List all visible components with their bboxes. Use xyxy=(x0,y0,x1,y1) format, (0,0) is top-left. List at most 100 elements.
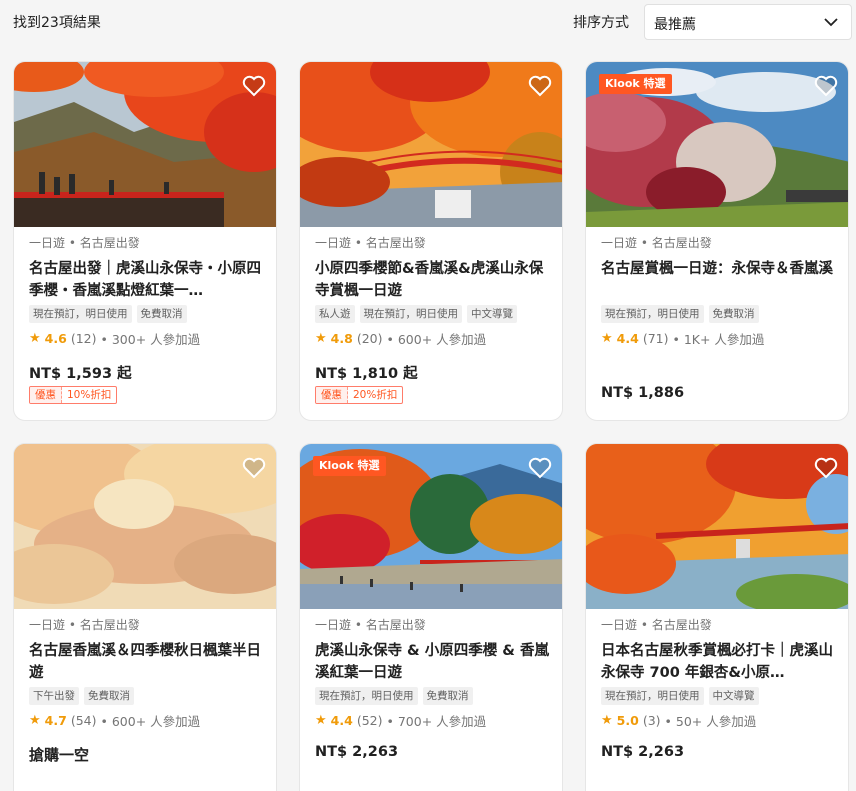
activity-image xyxy=(586,444,848,609)
price: NT$ 2,263 xyxy=(601,744,685,760)
tag: 免費取消 xyxy=(422,687,473,705)
promo-label: 優惠 xyxy=(316,387,348,403)
price: NT$ 2,263 xyxy=(315,744,399,760)
tag: 中文導覽 xyxy=(467,305,517,323)
rating-score: 4.4 xyxy=(616,330,639,346)
price: NT$ 1,886 xyxy=(601,385,685,401)
price: NT$ 1,593 起 xyxy=(29,366,132,382)
rating-row: ★ 4.8 (20) • 600+ 人參加過 xyxy=(315,328,553,348)
tag: 現在預訂，明日使用 xyxy=(29,305,132,323)
rating-row: ★ 4.7 (54) • 600+ 人參加過 xyxy=(29,710,267,730)
star-icon: ★ xyxy=(29,712,41,728)
sort-label: 排序方式 xyxy=(573,15,629,31)
activity-category: 一日遊 • 名古屋出發 xyxy=(29,236,140,250)
tag: 中文導覽 xyxy=(708,687,759,705)
review-count: (52) xyxy=(356,712,383,728)
star-icon: ★ xyxy=(601,330,613,346)
tag: 免費取消 xyxy=(84,687,134,705)
result-count: 找到23項結果 xyxy=(13,15,101,31)
chevron-down-icon xyxy=(824,18,838,27)
heart-icon[interactable] xyxy=(242,457,266,479)
price: NT$ 1,810 起 xyxy=(315,366,418,382)
participant-count: • 600+ 人參加過 xyxy=(386,331,487,347)
review-count: (12) xyxy=(70,330,97,346)
activity-image xyxy=(14,444,276,609)
activity-card[interactable]: 一日遊 • 名古屋出發 日本名古屋秋季賞楓必打卡｜虎溪山永保寺 700 年銀杏&… xyxy=(585,443,849,791)
heart-icon[interactable] xyxy=(814,75,838,97)
participant-count: • 50+ 人參加過 xyxy=(664,713,757,729)
tag-list: 下午出發 免費取消 xyxy=(29,687,267,707)
results-header: 找到23項結果 排序方式 最推薦 xyxy=(0,0,856,44)
star-icon: ★ xyxy=(315,330,327,346)
review-count: (71) xyxy=(642,330,669,346)
participant-count: • 300+ 人參加過 xyxy=(100,331,201,347)
tag: 免費取消 xyxy=(136,305,187,323)
tag-list: 現在預訂，明日使用 中文導覽 xyxy=(601,687,839,707)
activity-title[interactable]: 小原四季櫻節&香嵐溪&虎溪山永保寺賞楓一日遊 xyxy=(315,258,553,302)
activity-card[interactable]: 一日遊 • 名古屋出發 小原四季櫻節&香嵐溪&虎溪山永保寺賞楓一日遊 私人遊 現… xyxy=(299,61,563,421)
rating-score: 5.0 xyxy=(616,712,639,728)
rating-score: 4.4 xyxy=(330,712,353,728)
tag: 現在預訂，明日使用 xyxy=(359,305,462,323)
sort-value: 最推薦 xyxy=(654,17,696,33)
rating-row: ★ 5.0 (3) • 50+ 人參加過 xyxy=(601,710,839,730)
activity-title[interactable]: 日本名古屋秋季賞楓必打卡｜虎溪山永保寺 700 年銀杏&小原… xyxy=(601,640,839,684)
heart-icon[interactable] xyxy=(242,75,266,97)
tag: 現在預訂，明日使用 xyxy=(601,305,704,323)
sort-dropdown[interactable]: 最推薦 xyxy=(644,4,852,40)
rating-score: 4.8 xyxy=(330,330,353,346)
rating-row: ★ 4.4 (71) • 1K+ 人參加過 xyxy=(601,328,839,348)
activity-image xyxy=(14,62,276,227)
activity-image: Klook 特選 xyxy=(586,62,848,227)
review-count: (20) xyxy=(356,330,383,346)
activity-title[interactable]: 虎溪山永保寺 & 小原四季櫻 & 香嵐溪紅葉一日遊 xyxy=(315,640,553,684)
tag: 免費取消 xyxy=(708,305,759,323)
promo-value: 20%折扣 xyxy=(353,389,398,401)
activity-title[interactable]: 名古屋香嵐溪＆四季櫻秋日楓葉半日遊 xyxy=(29,640,267,684)
activity-card[interactable]: Klook 特選 一日遊 • 名古屋出發 虎溪山永保寺 & 小原四季櫻 & 香嵐… xyxy=(299,443,563,791)
review-count: (54) xyxy=(70,712,97,728)
tag: 現在預訂，明日使用 xyxy=(601,687,704,705)
star-icon: ★ xyxy=(315,712,327,728)
participant-count: • 700+ 人參加過 xyxy=(386,713,487,729)
promo-badge: 優惠 20%折扣 xyxy=(315,386,404,404)
activity-category: 一日遊 • 名古屋出發 xyxy=(601,236,712,250)
rating-row: ★ 4.6 (12) • 300+ 人參加過 xyxy=(29,328,267,348)
tag-list: 私人遊 現在預訂，明日使用 中文導覽 xyxy=(315,305,553,325)
activity-card[interactable]: 一日遊 • 名古屋出發 名古屋出發｜虎溪山永保寺・小原四季櫻・香嵐溪點燈紅葉一…… xyxy=(13,61,277,421)
heart-icon[interactable] xyxy=(528,457,552,479)
tag: 下午出發 xyxy=(29,687,79,705)
participant-count: • 1K+ 人參加過 xyxy=(672,331,765,347)
activity-category: 一日遊 • 名古屋出發 xyxy=(29,618,140,632)
participant-count: • 600+ 人參加過 xyxy=(100,713,201,729)
star-icon: ★ xyxy=(29,330,41,346)
klook-choice-badge: Klook 特選 xyxy=(599,74,672,94)
tag: 現在預訂，明日使用 xyxy=(315,687,418,705)
activity-image: Klook 特選 xyxy=(300,444,562,609)
sold-out-overlay xyxy=(14,444,276,609)
promo-label: 優惠 xyxy=(30,387,62,403)
activity-category: 一日遊 • 名古屋出發 xyxy=(315,236,426,250)
klook-choice-badge: Klook 特選 xyxy=(313,456,386,476)
activity-image xyxy=(300,62,562,227)
sold-out-label: 搶購一空 xyxy=(29,746,90,764)
tag-list: 現在預訂，明日使用 免費取消 xyxy=(29,305,267,325)
heart-icon[interactable] xyxy=(814,457,838,479)
star-icon: ★ xyxy=(601,712,613,728)
rating-score: 4.7 xyxy=(44,712,67,728)
activity-card[interactable]: Klook 特選 一日遊 • 名古屋出發 名古屋賞楓一日遊：永保寺＆香嵐溪 現在… xyxy=(585,61,849,421)
heart-icon[interactable] xyxy=(528,75,552,97)
rating-row: ★ 4.4 (52) • 700+ 人參加過 xyxy=(315,710,553,730)
review-count: (3) xyxy=(642,712,661,728)
promo-value: 10%折扣 xyxy=(67,389,112,401)
activity-title[interactable]: 名古屋出發｜虎溪山永保寺・小原四季櫻・香嵐溪點燈紅葉一… xyxy=(29,258,267,302)
rating-score: 4.6 xyxy=(44,330,67,346)
tag-list: 現在預訂，明日使用 免費取消 xyxy=(315,687,553,707)
tag-list: 現在預訂，明日使用 免費取消 xyxy=(601,305,839,325)
promo-badge: 優惠 10%折扣 xyxy=(29,386,118,404)
tag: 私人遊 xyxy=(315,305,355,323)
activity-category: 一日遊 • 名古屋出發 xyxy=(601,618,712,632)
activity-card[interactable]: 一日遊 • 名古屋出發 名古屋香嵐溪＆四季櫻秋日楓葉半日遊 下午出發 免費取消 … xyxy=(13,443,277,791)
activity-title[interactable]: 名古屋賞楓一日遊：永保寺＆香嵐溪 xyxy=(601,258,839,302)
activity-category: 一日遊 • 名古屋出發 xyxy=(315,618,426,632)
